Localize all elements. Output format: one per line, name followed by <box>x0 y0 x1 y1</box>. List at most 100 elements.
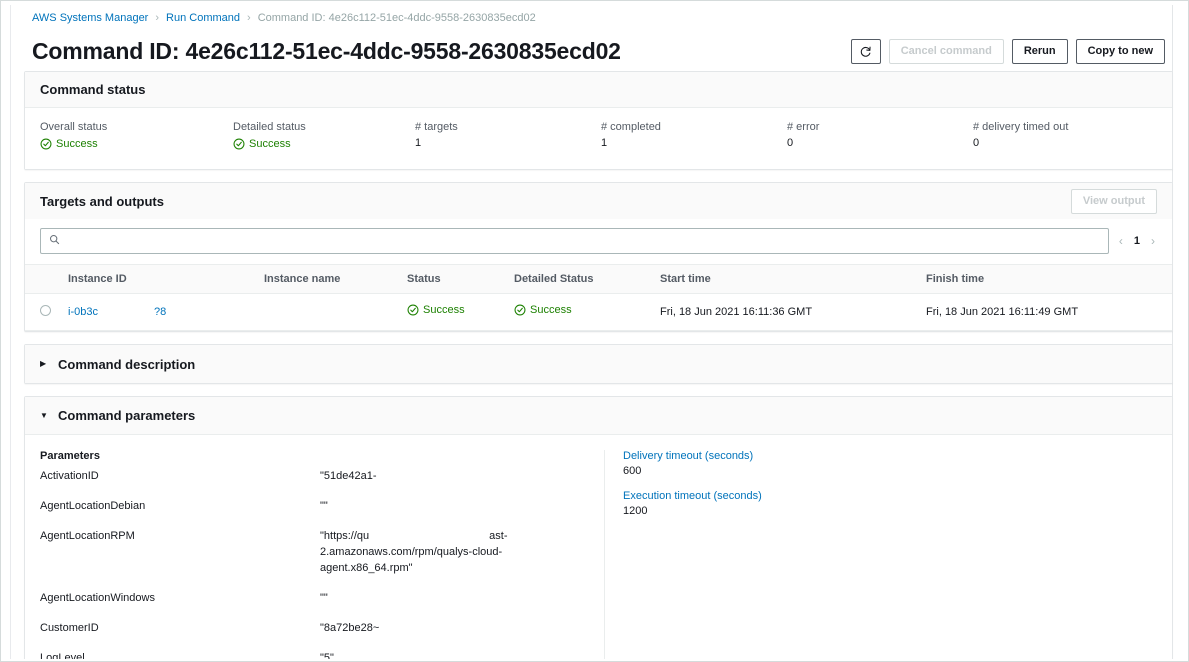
parameter-key: AgentLocationWindows <box>40 591 320 607</box>
status-badge: Success <box>233 138 291 150</box>
delivery-timeout-block: Delivery timeout (seconds) 600 <box>623 450 1157 477</box>
status-label: Overall status <box>40 121 233 133</box>
cell-instance-id: i-0b3c ?8 <box>68 294 264 331</box>
column-detailed-status: Detailed Status <box>514 265 660 294</box>
page-header: Command ID: 4e26c112-51ec-4ddc-9558-2630… <box>24 31 1173 71</box>
pagination-next-icon[interactable]: › <box>1151 235 1155 247</box>
column-instance-id: Instance ID <box>68 265 264 294</box>
targets-table: Instance ID Instance name Status Detaile… <box>25 264 1172 331</box>
command-description-toggle[interactable]: ▶ Command description <box>25 345 1172 383</box>
row-select-cell <box>25 294 68 331</box>
table-header-row: Instance ID Instance name Status Detaile… <box>25 265 1172 294</box>
browser-page: AWS Systems Manager › Run Command › Comm… <box>0 0 1189 662</box>
command-status-title: Command status <box>40 82 145 97</box>
command-status-card: Command status Overall status Success <box>24 71 1173 170</box>
parameter-row-agentlocationrpm: AgentLocationRPM "https://quast-2.amazon… <box>40 529 589 577</box>
parameter-row-loglevel: LogLevel "5" <box>40 651 589 659</box>
parameter-key: AgentLocationRPM <box>40 529 320 577</box>
status-value: 1 <box>601 137 787 149</box>
page-title: Command ID: 4e26c112-51ec-4ddc-9558-2630… <box>32 38 621 65</box>
targets-toolbar: ‹ 1 › <box>25 219 1172 264</box>
status-text: Success <box>423 304 465 316</box>
delivery-timeout-label: Delivery timeout (seconds) <box>623 450 1157 462</box>
status-value: Success <box>249 138 291 150</box>
parameter-row-activationid: ActivationID "51de42a1- <box>40 469 589 485</box>
chevron-down-icon: ▼ <box>40 412 50 420</box>
success-check-icon <box>233 138 245 150</box>
parameter-row-agentlocationdebian: AgentLocationDebian "" <box>40 499 589 515</box>
parameters-heading: Parameters <box>40 450 589 462</box>
cell-finish-time: Fri, 18 Jun 2021 16:11:49 GMT <box>926 294 1172 331</box>
search-input[interactable] <box>66 229 1100 253</box>
left-edge-divider <box>10 5 11 659</box>
status-badge: Success <box>514 304 572 316</box>
copy-to-new-button[interactable]: Copy to new <box>1076 39 1165 64</box>
cell-start-time: Fri, 18 Jun 2021 16:11:36 GMT <box>660 294 926 331</box>
refresh-button[interactable] <box>851 39 881 64</box>
execution-timeout-label: Execution timeout (seconds) <box>623 490 1157 502</box>
cell-status: Success <box>407 294 514 331</box>
status-field-overall-status: Overall status Success <box>40 121 233 155</box>
page-content: AWS Systems Manager › Run Command › Comm… <box>24 5 1173 659</box>
pagination-prev-icon[interactable]: ‹ <box>1119 235 1123 247</box>
delivery-timeout-value: 600 <box>623 465 1157 477</box>
breadcrumb-item-current: Command ID: 4e26c112-51ec-4ddc-9558-2630… <box>258 12 536 24</box>
column-instance-name: Instance name <box>264 265 407 294</box>
cell-detailed-status: Success <box>514 294 660 331</box>
parameter-value: "8a72be28~ <box>320 621 589 637</box>
status-value: 0 <box>787 137 973 149</box>
pagination: ‹ 1 › <box>1119 235 1157 247</box>
status-value: 1 <box>415 137 601 149</box>
table-row[interactable]: i-0b3c ?8 <box>25 294 1172 331</box>
success-check-icon <box>40 138 52 150</box>
search-box[interactable] <box>40 228 1109 254</box>
cancel-command-button[interactable]: Cancel command <box>889 39 1004 64</box>
parameter-value: "https://quast-2.amazonaws.com/rpm/qualy… <box>320 529 589 577</box>
command-parameters-body: Parameters ActivationID "51de42a1- Agent… <box>25 435 1172 659</box>
command-parameters-title: Command parameters <box>58 408 195 423</box>
instance-id-link[interactable]: i-0b3c <box>68 306 98 318</box>
search-icon <box>49 232 60 250</box>
parameters-list: Parameters ActivationID "51de42a1- Agent… <box>25 450 605 659</box>
parameter-value: "51de42a1- <box>320 469 589 485</box>
parameter-key: LogLevel <box>40 651 320 659</box>
breadcrumb-separator-icon: › <box>155 13 159 24</box>
breadcrumb-separator-icon: › <box>247 13 251 24</box>
status-field-completed: # completed 1 <box>601 121 787 155</box>
command-description-card: ▶ Command description <box>24 344 1173 384</box>
status-badge: Success <box>407 304 465 316</box>
status-badge: Success <box>40 138 98 150</box>
pagination-page-number[interactable]: 1 <box>1134 235 1140 247</box>
status-field-error: # error 0 <box>787 121 973 155</box>
parameter-value: "" <box>320 591 589 607</box>
parameter-key: CustomerID <box>40 621 320 637</box>
parameter-key: AgentLocationDebian <box>40 499 320 515</box>
status-label: # delivery timed out <box>973 121 1068 133</box>
status-value: 0 <box>973 137 1068 149</box>
command-parameters-toggle[interactable]: ▼ Command parameters <box>25 397 1172 435</box>
command-parameters-card: ▼ Command parameters Parameters Activati… <box>24 396 1173 659</box>
status-value: Success <box>56 138 98 150</box>
column-status: Status <box>407 265 514 294</box>
chevron-right-icon: ▶ <box>40 360 50 368</box>
command-description-title: Command description <box>58 357 195 372</box>
execution-timeout-value: 1200 <box>623 505 1157 517</box>
row-radio-button[interactable] <box>40 305 51 316</box>
targets-header: Targets and outputs View output <box>25 183 1172 219</box>
parameter-value: "5" <box>320 651 589 659</box>
parameter-value-part1: "https://qu <box>320 530 369 542</box>
page-actions: Cancel command Rerun Copy to new <box>851 39 1165 64</box>
status-label: # error <box>787 121 973 133</box>
success-check-icon <box>407 304 419 316</box>
view-output-button[interactable]: View output <box>1071 189 1157 214</box>
instance-id-link-suffix[interactable]: ?8 <box>154 306 166 318</box>
status-text: Success <box>530 304 572 316</box>
command-status-grid: Overall status Success Detailed status <box>25 108 1172 169</box>
targets-title: Targets and outputs <box>40 194 164 209</box>
targets-and-outputs-card: Targets and outputs View output ‹ <box>24 182 1173 332</box>
column-finish-time: Finish time <box>926 265 1172 294</box>
breadcrumb-item-run-command[interactable]: Run Command <box>166 12 240 24</box>
breadcrumb-item-aws-systems-manager[interactable]: AWS Systems Manager <box>32 12 148 24</box>
execution-timeout-block: Execution timeout (seconds) 1200 <box>623 490 1157 517</box>
rerun-button[interactable]: Rerun <box>1012 39 1068 64</box>
